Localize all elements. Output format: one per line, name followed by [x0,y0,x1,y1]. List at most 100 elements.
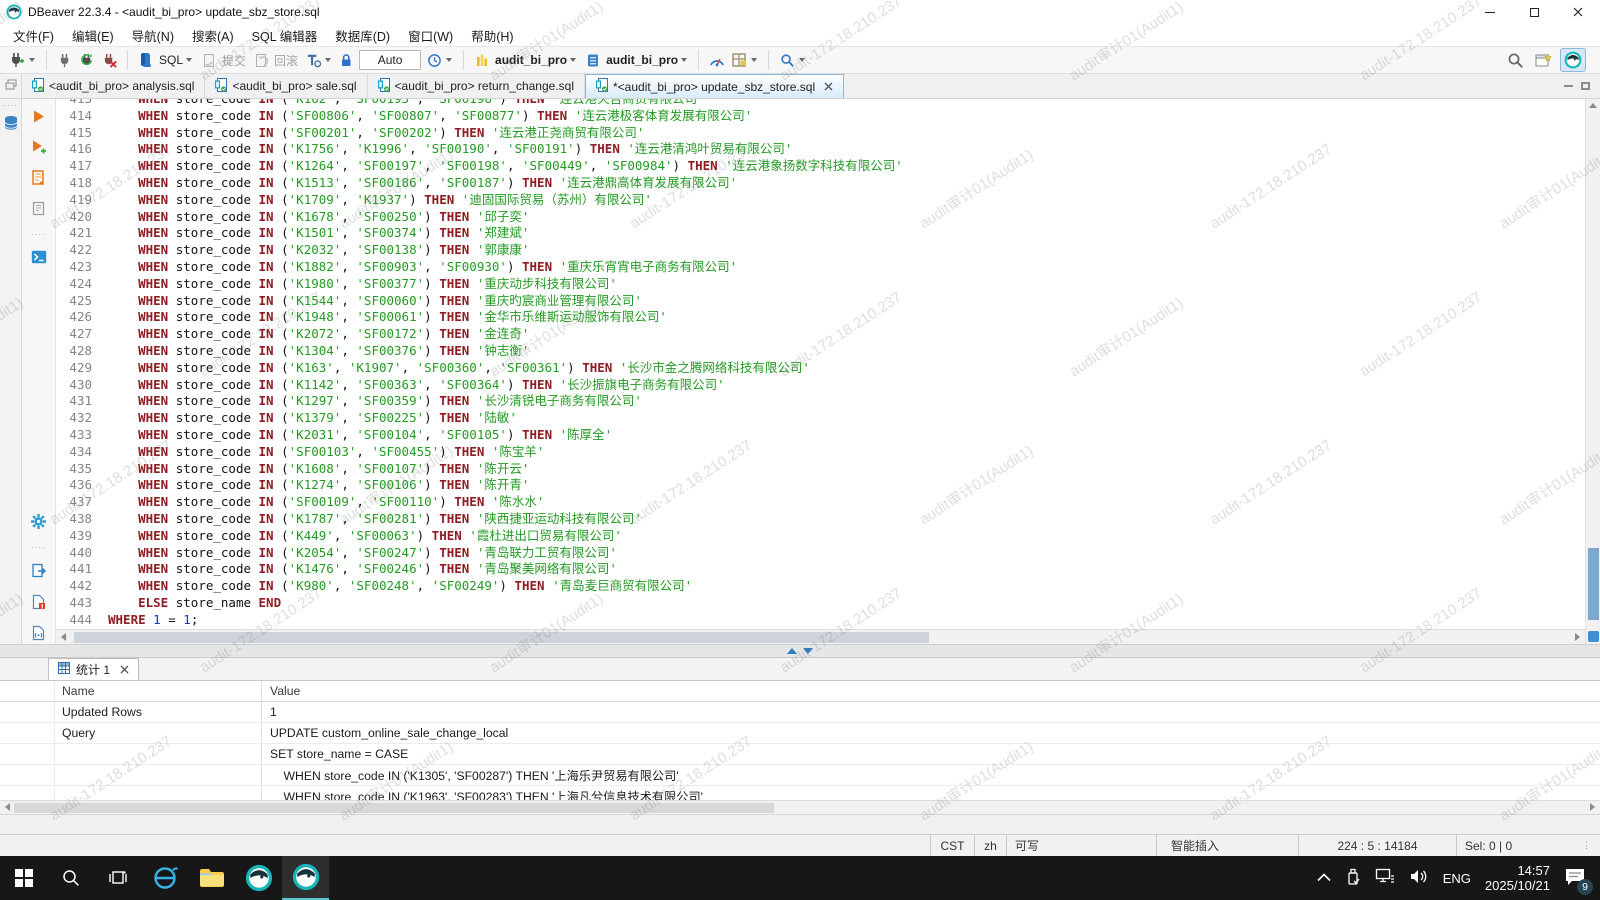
volume-icon[interactable] [1409,868,1429,888]
abort-connection-button[interactable] [98,49,120,71]
export-result-icon[interactable] [31,563,46,582]
transaction-log-icon[interactable] [423,49,445,71]
file-error-icon[interactable] [31,594,46,613]
editor-vscrollbar[interactable] [1585,99,1600,644]
user-avatar[interactable] [1560,48,1586,72]
scroll-left-icon[interactable] [61,633,66,641]
settings-gear-icon[interactable] [30,513,47,533]
maximize-button[interactable] [1512,0,1556,24]
notification-center-button[interactable]: 9 [1564,867,1586,890]
menu-item[interactable]: SQL 编辑器 [243,26,327,45]
results-scroll-right-icon[interactable] [1590,803,1595,811]
line-number: 426 [56,309,92,326]
result-row[interactable]: WHEN store_code IN ('K1305', 'SF00287') … [0,765,1600,786]
connection-selector[interactable]: audit_bi_pro [471,49,580,71]
usb-device-icon[interactable] [1345,868,1361,889]
menu-item[interactable]: 编辑(E) [63,26,123,45]
connect-button[interactable] [6,49,28,71]
scroll-right-icon[interactable] [1575,633,1580,641]
reconnect-button[interactable] [76,49,98,71]
quick-search-caret[interactable] [799,58,805,62]
connect-dropdown-caret[interactable] [29,58,35,62]
splitter-up-icon[interactable] [787,648,797,654]
code-text: WHEN store_code IN ('K1756', 'K1996', 'S… [108,141,792,156]
sql-editor[interactable]: 413 WHEN store_code IN ('K162', 'SF00195… [56,99,1585,629]
status-caret-position[interactable]: 224 : 5 : 14184 [1298,835,1456,856]
start-button[interactable] [0,856,47,900]
taskbar-search-button[interactable] [47,856,94,900]
code-line: 441 WHEN store_code IN ('K1476', 'SF0024… [56,561,1585,578]
execute-script-icon[interactable] [31,170,46,189]
sql-console-icon[interactable] [31,250,47,267]
result-row[interactable]: SET store_name = CASE [0,744,1600,765]
splitter-down-icon[interactable] [803,648,813,654]
editor-tab[interactable]: <audit_bi_pro> return_change.sql [368,74,585,98]
sql-editor-icon[interactable] [135,49,157,71]
close-statistics-tab-icon[interactable] [120,665,129,674]
results-hscroll-thumb[interactable] [14,803,774,813]
clock[interactable]: 14:57 2025/10/21 [1485,863,1550,893]
menu-item[interactable]: 导航(N) [123,26,183,45]
vscroll-thumb[interactable] [1588,548,1599,620]
dbeaver-taskbar-button[interactable] [235,856,282,900]
close-button[interactable] [1556,0,1600,24]
menu-item[interactable]: 帮助(H) [462,26,522,45]
file-explorer-button[interactable] [188,856,235,900]
minimize-view-icon[interactable] [1564,85,1573,87]
editor-tab[interactable]: *<audit_bi_pro> update_sbz_store.sql [585,74,844,98]
result-row[interactable]: Updated Rows1 [0,702,1600,723]
menu-item[interactable]: 文件(F) [4,26,63,45]
execute-statement-icon[interactable] [31,109,46,127]
editor-tab[interactable]: <audit_bi_pro> analysis.sql [22,74,205,98]
column-header-name[interactable]: Name [55,681,262,701]
panel-splitter[interactable] [0,644,1600,658]
minimize-button[interactable] [1468,0,1512,24]
transaction-dropdown-caret[interactable] [325,58,331,62]
network-icon[interactable] [1375,868,1395,888]
dbeaver-taskbar-button-active[interactable] [282,856,329,900]
menu-item[interactable]: 数据库(D) [326,26,399,45]
close-tab-icon[interactable] [824,82,833,91]
performance-gauge-icon[interactable] [706,49,728,71]
rollback-button[interactable]: 回滚 [272,52,300,69]
sql-dropdown-caret[interactable] [186,58,192,62]
layout-grid-icon[interactable] [728,49,750,71]
layout-caret[interactable] [751,58,757,62]
database-navigator-icon[interactable] [3,115,19,134]
restore-panel-icon[interactable] [5,79,17,93]
open-perspective-icon[interactable] [1532,49,1554,71]
column-header-value[interactable]: Value [262,681,1600,701]
hscroll-thumb[interactable] [74,632,929,643]
disconnect-button[interactable] [54,49,76,71]
menu-item[interactable]: 窗口(W) [399,26,462,45]
commit-mode-select[interactable]: Auto [359,50,421,70]
tray-expand-icon[interactable] [1317,871,1331,885]
editor-tab[interactable]: <audit_bi_pro> sale.sql [205,74,367,98]
task-view-button[interactable] [94,856,141,900]
menu-item[interactable]: 搜索(A) [183,26,243,45]
result-row[interactable]: QueryUPDATE custom_online_sale_change_lo… [0,723,1600,744]
editor-hscrollbar[interactable] [56,629,1585,644]
code-line: 413 WHEN store_code IN ('K162', 'SF00195… [56,99,1585,108]
transaction-mode-icon[interactable] [302,49,324,71]
database-selector[interactable]: audit_bi_pro [582,49,691,71]
tab-statistics[interactable]: 统计 1 [48,658,139,680]
internet-explorer-button[interactable] [141,856,188,900]
result-gutter [0,744,55,764]
maximize-view-icon[interactable] [1581,82,1590,90]
transaction-log-caret[interactable] [446,58,452,62]
input-language[interactable]: ENG [1443,871,1471,886]
database-caret[interactable] [681,58,687,62]
execute-new-tab-icon[interactable] [31,139,47,158]
connection-caret[interactable] [570,58,576,62]
sql-button-label[interactable]: SQL [157,53,185,67]
quick-search-icon[interactable] [776,49,798,71]
search-icon[interactable] [1504,49,1526,71]
scroll-up-icon[interactable] [1589,103,1597,108]
explain-plan-icon[interactable] [31,201,46,220]
lock-icon[interactable] [335,49,357,71]
results-scroll-left-icon[interactable] [5,803,10,811]
commit-button[interactable]: 提交 [220,52,248,69]
file-variables-icon[interactable] [31,625,46,644]
results-hscrollbar[interactable] [0,800,1600,814]
